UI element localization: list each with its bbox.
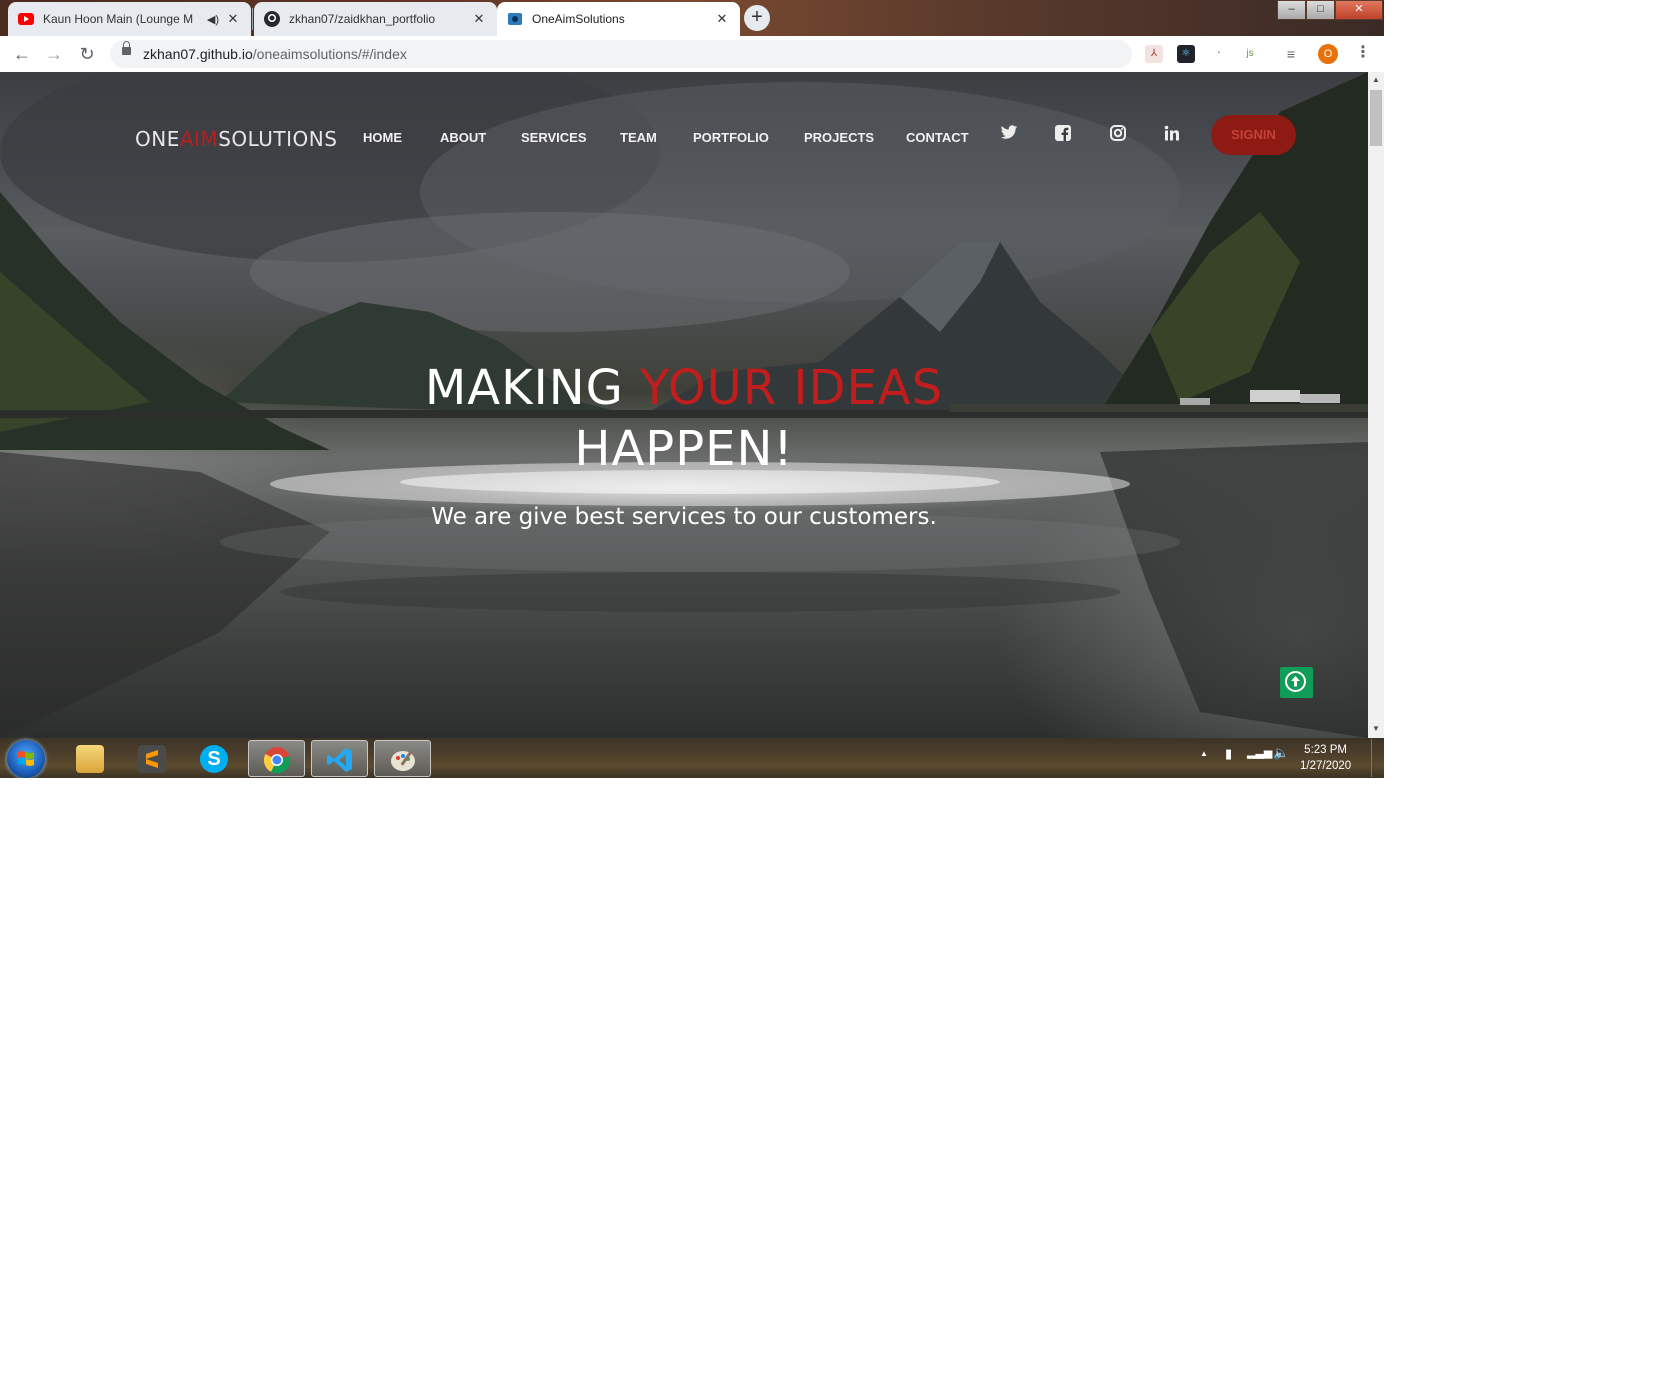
clock-date: 1/27/2020 (1300, 760, 1352, 772)
site-favicon-icon (508, 13, 522, 25)
forward-arrow-icon[interactable]: → (42, 42, 66, 66)
network-signal-icon[interactable]: ▂▃▅ (1247, 746, 1272, 759)
tab-title: Kaun Hoon Main (Lounge M (43, 12, 194, 26)
tab-youtube[interactable]: Kaun Hoon Main (Lounge M ◀) ✕ (8, 2, 251, 36)
taskbar-sublime[interactable] (124, 740, 181, 777)
nav-home[interactable]: HOME (363, 130, 402, 145)
media-control-icon[interactable]: ≡ (1282, 45, 1300, 63)
new-tab-button[interactable]: + (744, 5, 770, 31)
tab-close-icon[interactable]: ✕ (225, 11, 241, 27)
hero-title-part-two: HAPPEN! (574, 421, 794, 477)
browser-toolbar: ← → ↻ zkhan07.github.io/oneaimsolutions/… (0, 36, 1384, 73)
hero-title-part-one: MAKING (424, 360, 641, 416)
site-header: ONEAIMSOLUTIONS HOME ABOUT SERVICES TEAM… (0, 112, 1368, 162)
nav-about[interactable]: ABOUT (440, 130, 486, 145)
nav-team[interactable]: TEAM (620, 130, 657, 145)
windows-taskbar: S ▲ ▮ ▂▃▅ 🔈 5:23 PM 1/27/2020 (0, 738, 1384, 778)
tab-title: zkhan07/zaidkhan_portfolio (289, 12, 436, 26)
logo-part-one: ONE (135, 127, 180, 151)
back-arrow-icon[interactable]: ← (10, 42, 34, 66)
chrome-icon (263, 746, 291, 774)
taskbar-clock[interactable]: 5:23 PM 1/27/2020 (1300, 742, 1351, 774)
github-icon (264, 11, 280, 27)
nav-contact[interactable]: CONTACT (906, 130, 969, 145)
scroll-up-arrow-icon[interactable]: ▲ (1372, 75, 1380, 84)
instagram-icon[interactable] (1107, 125, 1129, 147)
window-controls: – □ ✕ (1277, 0, 1383, 20)
address-bar[interactable]: zkhan07.github.io/oneaimsolutions/#/inde… (110, 40, 1228, 68)
vscode-icon (326, 746, 354, 774)
nav-portfolio[interactable]: PORTFOLIO (693, 130, 769, 145)
sublime-text-icon (138, 745, 166, 773)
extension-icon[interactable]: ◔ (1209, 45, 1227, 63)
taskbar-paint[interactable] (374, 740, 431, 777)
volume-icon[interactable]: 🔈 (1273, 745, 1289, 761)
scroll-down-arrow-icon[interactable]: ▼ (1372, 724, 1380, 733)
hero-title: MAKING YOUR IDEAS HAPPEN! (0, 358, 1368, 480)
nav-projects[interactable]: PROJECTS (804, 130, 874, 145)
battery-icon[interactable]: ▮ (1225, 746, 1232, 762)
scrollbar-thumb[interactable] (1370, 90, 1382, 146)
hero-title-accent: YOUR IDEAS (640, 360, 944, 416)
logo-part-aim: AIM (179, 127, 219, 151)
scroll-to-top-button[interactable] (1280, 667, 1313, 698)
arrow-up-circle-icon (1285, 671, 1306, 692)
js-extension-icon[interactable]: js (1241, 45, 1259, 63)
youtube-icon (18, 13, 34, 25)
show-desktop-button[interactable] (1371, 739, 1384, 777)
show-hidden-icons-icon[interactable]: ▲ (1200, 749, 1208, 758)
start-button[interactable] (7, 740, 45, 778)
site-logo[interactable]: ONEAIMSOLUTIONS (135, 127, 337, 151)
url-path: /oneaimsolutions/#/index (252, 46, 407, 62)
tab-title: OneAimSolutions (532, 12, 625, 26)
paint-icon (389, 746, 417, 774)
url-host: zkhan07.github.io (143, 46, 253, 62)
tab-close-icon[interactable]: ✕ (471, 11, 487, 27)
lock-icon[interactable] (122, 41, 131, 55)
clock-time: 5:23 PM (1304, 744, 1347, 756)
reload-icon[interactable]: ↻ (75, 42, 99, 66)
windows-explorer-icon (76, 745, 104, 773)
linkedin-icon[interactable] (1161, 125, 1183, 147)
kebab-menu-icon[interactable]: ⋮ (1355, 42, 1371, 62)
taskbar-explorer[interactable] (62, 740, 119, 777)
screen: Kaun Hoon Main (Lounge M ◀) ✕ zkhan07/za… (0, 0, 1384, 778)
facebook-icon[interactable] (1052, 125, 1074, 147)
tab-github[interactable]: zkhan07/zaidkhan_portfolio ✕ (254, 2, 497, 36)
skype-icon: S (200, 745, 228, 773)
taskbar-skype[interactable]: S (186, 740, 243, 777)
page-scrollbar[interactable]: ▲ ▼ (1368, 72, 1384, 738)
hero-subtitle: We are give best services to our custome… (431, 504, 937, 530)
profile-avatar[interactable]: O (1318, 44, 1338, 64)
windows-logo-icon (18, 751, 34, 766)
pdf-extension-icon[interactable]: ⅄ (1145, 45, 1163, 63)
tab-oneaimsolutions[interactable]: OneAimSolutions ✕ (497, 2, 740, 36)
page-viewport: ONEAIMSOLUTIONS HOME ABOUT SERVICES TEAM… (0, 72, 1368, 738)
nav-services[interactable]: SERVICES (521, 130, 587, 145)
minimize-button[interactable]: – (1277, 0, 1306, 20)
signin-button[interactable]: SIGNIN (1211, 115, 1296, 155)
close-window-button[interactable]: ✕ (1335, 0, 1383, 20)
audio-playing-icon[interactable]: ◀) (207, 13, 219, 26)
react-devtools-icon[interactable]: ⚛ (1177, 45, 1195, 63)
logo-part-solutions: SOLUTIONS (218, 127, 338, 151)
taskbar-vscode[interactable] (311, 740, 368, 777)
maximize-button[interactable]: □ (1306, 0, 1335, 20)
url-text[interactable]: zkhan07.github.io/oneaimsolutions/#/inde… (143, 46, 407, 62)
tab-close-icon[interactable]: ✕ (714, 11, 730, 27)
tab-divider (252, 8, 253, 30)
tab-strip: Kaun Hoon Main (Lounge M ◀) ✕ zkhan07/za… (0, 0, 1384, 36)
twitter-icon[interactable] (998, 125, 1020, 147)
taskbar-chrome[interactable] (248, 740, 305, 777)
